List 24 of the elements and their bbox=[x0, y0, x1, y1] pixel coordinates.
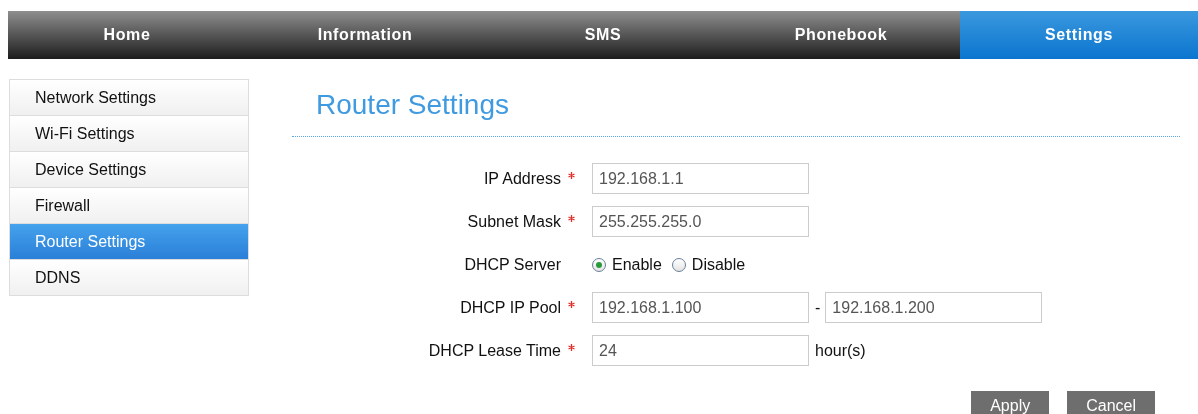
field-label: DHCP Lease Time bbox=[428, 341, 561, 360]
radio-button[interactable] bbox=[592, 257, 606, 272]
radio-label: Disable bbox=[691, 255, 746, 274]
nav-tab[interactable]: Information bbox=[246, 11, 484, 59]
cancel-button[interactable]: Cancel bbox=[1067, 391, 1155, 414]
field-label: DHCP IP Pool bbox=[460, 298, 561, 317]
apply-button[interactable]: Apply bbox=[971, 391, 1050, 414]
input-field[interactable]: 255.255.255.0 bbox=[592, 206, 809, 237]
range-separator: - bbox=[815, 298, 821, 317]
input-field[interactable]: 192.168.1.100 bbox=[592, 292, 809, 323]
input-field[interactable]: 192.168.1.1 bbox=[592, 163, 809, 194]
field-label: DHCP Server bbox=[464, 255, 561, 274]
nav-tab[interactable]: Settings bbox=[960, 11, 1198, 59]
input-field[interactable]: 24 bbox=[592, 335, 809, 366]
unit-label: hour(s) bbox=[815, 341, 866, 360]
field-label: Subnet Mask bbox=[467, 212, 561, 231]
field-label: IP Address bbox=[483, 169, 561, 188]
nav-tab[interactable]: Home bbox=[8, 11, 246, 59]
input-field[interactable]: 192.168.1.200 bbox=[825, 292, 1043, 323]
radio-label: Enable bbox=[612, 255, 662, 274]
radio-button[interactable] bbox=[671, 257, 686, 272]
nav-tab[interactable]: Phonebook bbox=[722, 11, 960, 59]
nav-tab[interactable]: SMS bbox=[484, 11, 722, 59]
page-title: Router Settings bbox=[316, 89, 510, 122]
